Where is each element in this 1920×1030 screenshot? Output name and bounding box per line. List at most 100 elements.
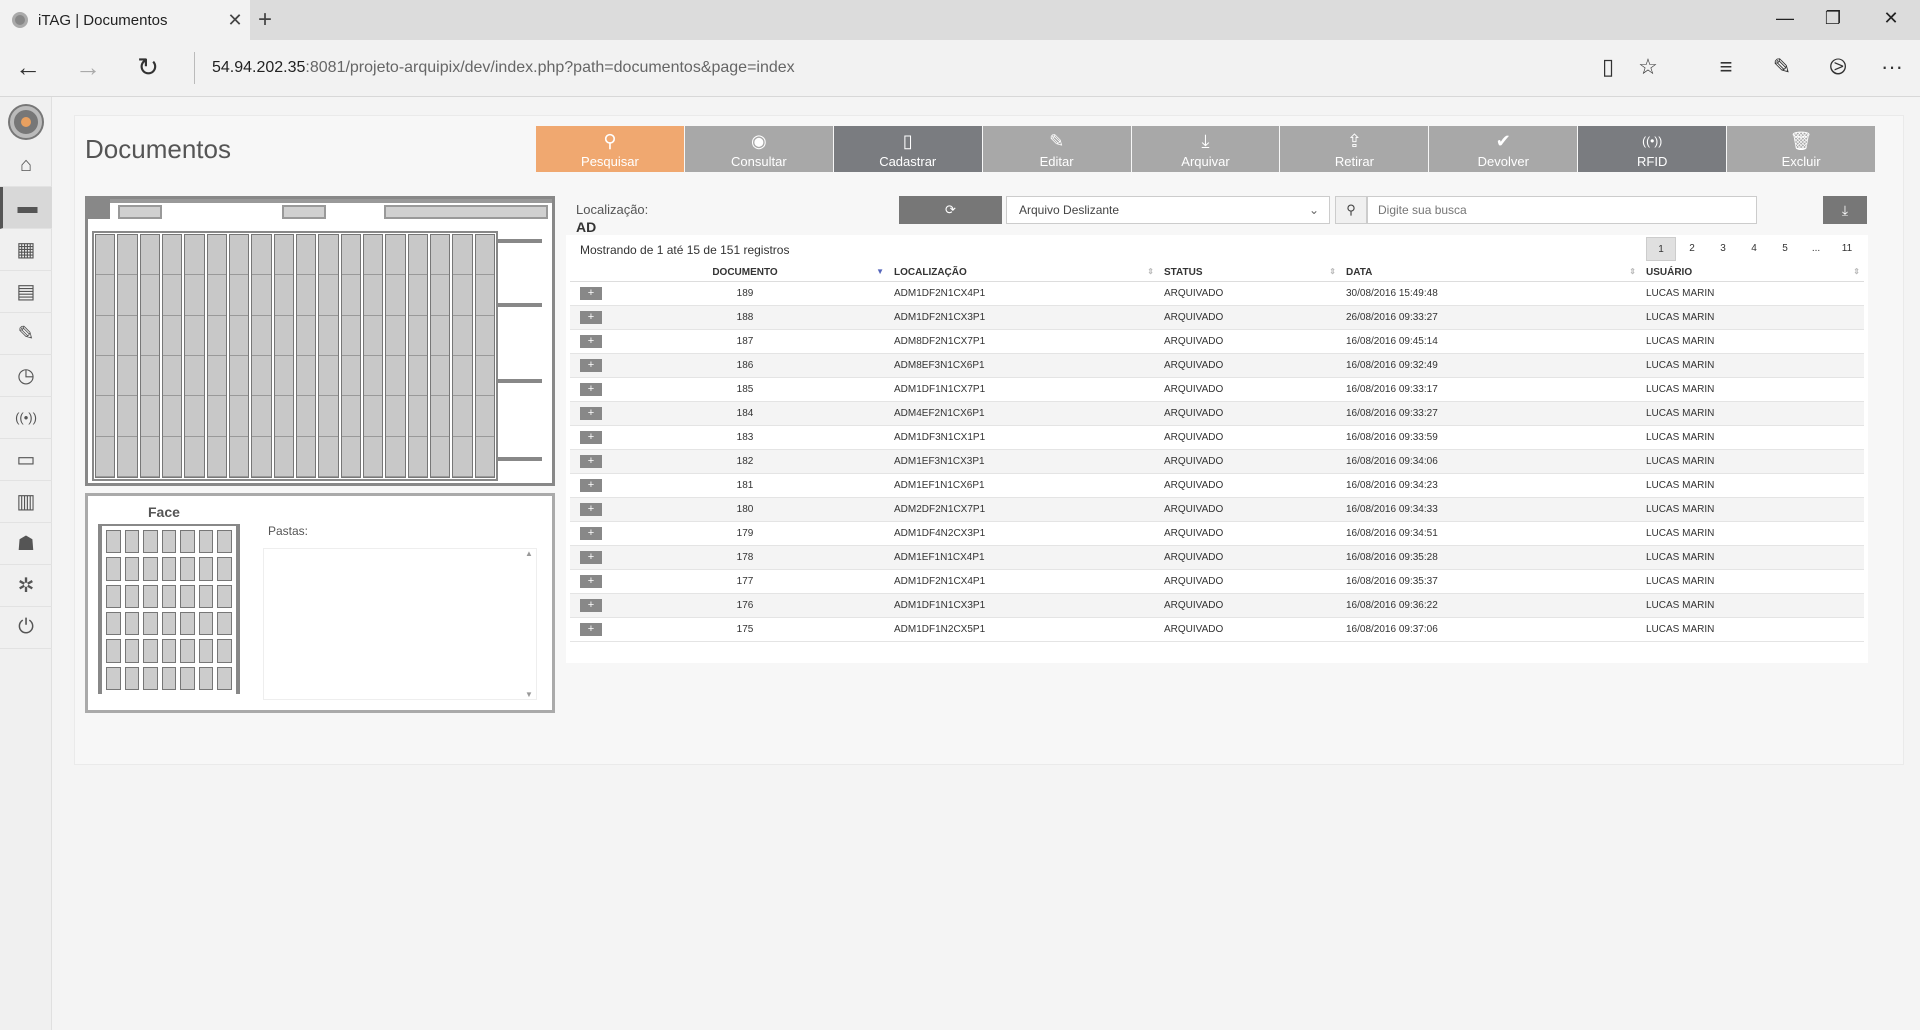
table-row[interactable]: +178 ADM1EF1N1CX4P1 ARQUIVADO 16/08/2016 09…	[570, 545, 1864, 570]
face-cell[interactable]	[180, 530, 195, 554]
edit-button[interactable]: ✎ Editar	[982, 126, 1131, 172]
table-row[interactable]: +175 ADM1DF1N2CX5P1 ARQUIVADO 16/08/2016 09…	[570, 617, 1864, 642]
shelf-column[interactable]	[385, 234, 406, 478]
expand-row-button[interactable]: +	[580, 334, 602, 348]
sidebar-item-edit[interactable]: ✎	[0, 313, 52, 355]
shelf-column[interactable]	[429, 234, 451, 478]
tab-close-icon[interactable]: ✕	[220, 10, 250, 31]
table-row[interactable]: +182 ADM1EF3N1CX3P1 ARQUIVADO 16/08/2016 09…	[570, 449, 1864, 474]
sidebar-item-users[interactable]: ☗	[0, 523, 52, 565]
face-cell[interactable]	[217, 557, 232, 581]
face-cell[interactable]	[198, 639, 214, 663]
refresh-location-button[interactable]: ⟳	[899, 196, 1002, 224]
scroll-down-icon[interactable]: ▼	[525, 690, 533, 699]
sidebar-item-home[interactable]: ⌂	[0, 145, 52, 187]
register-button[interactable]: ▯ Cadastrar	[833, 126, 982, 172]
consult-button[interactable]: ◉ Consultar	[684, 126, 833, 172]
forward-button[interactable]: →	[70, 52, 106, 83]
face-cell[interactable]	[180, 557, 195, 581]
column-header-localizacao[interactable]: LOCALIZAÇÃO ⇕	[888, 265, 1158, 282]
sidebar-item-power[interactable]: ⏻	[0, 607, 52, 649]
face-cell[interactable]	[161, 530, 177, 554]
download-button[interactable]: ⤓	[1823, 196, 1867, 224]
hub-icon[interactable]: ≡	[1710, 54, 1742, 80]
face-cell[interactable]	[180, 612, 195, 636]
page-button[interactable]: ...	[1801, 237, 1831, 261]
sidebar-item-settings[interactable]: ✲	[0, 565, 52, 607]
shelf-column[interactable]	[228, 234, 250, 478]
expand-row-button[interactable]: +	[580, 598, 602, 612]
face-cell[interactable]	[124, 639, 140, 663]
search-icon[interactable]: ⚲	[1335, 196, 1367, 224]
table-row[interactable]: +183 ADM1DF3N1CX1P1 ARQUIVADO 16/08/2016 09…	[570, 425, 1864, 450]
face-cell[interactable]	[198, 557, 214, 581]
expand-row-button[interactable]: +	[580, 526, 602, 540]
face-cell[interactable]	[143, 530, 158, 554]
new-tab-button[interactable]: +	[258, 6, 272, 34]
sidebar-item-monitor[interactable]: ▭	[0, 439, 52, 481]
face-cell[interactable]	[198, 584, 214, 608]
table-row[interactable]: +184 ADM4EF2N1CX6P1 ARQUIVADO 16/08/2016 09…	[570, 401, 1864, 426]
expand-row-button[interactable]: +	[580, 550, 602, 564]
shelf-column[interactable]	[206, 234, 227, 478]
table-row[interactable]: +188 ADM1DF2N1CX3P1 ARQUIVADO 26/08/2016 09…	[570, 305, 1864, 330]
withdraw-button[interactable]: ⇪ Retirar	[1280, 126, 1429, 172]
face-cell[interactable]	[198, 530, 214, 554]
table-row[interactable]: +189 ADM1DF2N1CX4P1 ARQUIVADO 30/08/2016 15…	[570, 281, 1864, 306]
window-close-button[interactable]: ✕	[1876, 8, 1906, 29]
face-cell[interactable]	[143, 639, 158, 663]
rfid-button[interactable]: ((•)) RFID	[1578, 126, 1727, 172]
expand-row-button[interactable]: +	[580, 622, 602, 636]
expand-row-button[interactable]: +	[580, 382, 602, 396]
more-icon[interactable]: ···	[1876, 54, 1908, 80]
face-cell[interactable]	[124, 612, 140, 636]
face-cell[interactable]	[180, 584, 195, 608]
face-cell[interactable]	[198, 666, 214, 690]
face-cell[interactable]	[161, 557, 177, 581]
face-cell[interactable]	[180, 666, 195, 690]
sidebar-item-shelf[interactable]: ▦	[0, 229, 52, 271]
scroll-up-icon[interactable]: ▲	[525, 549, 533, 558]
shelf-column[interactable]	[161, 234, 183, 478]
table-row[interactable]: +176 ADM1DF1N1CX3P1 ARQUIVADO 16/08/2016 09…	[570, 593, 1864, 618]
face-cell[interactable]	[217, 584, 232, 608]
face-cell[interactable]	[180, 639, 195, 663]
page-button[interactable]: 2	[1677, 237, 1707, 261]
return-button[interactable]: ✔ Devolver	[1429, 126, 1578, 172]
face-cell[interactable]	[106, 557, 121, 581]
sidebar-item-rfid[interactable]: ((•))	[0, 397, 52, 439]
shelf-column[interactable]	[295, 234, 317, 478]
expand-row-button[interactable]: +	[580, 454, 602, 468]
minimize-button[interactable]: —	[1770, 8, 1800, 29]
restore-button[interactable]: ❐	[1818, 8, 1848, 29]
face-cell[interactable]	[124, 666, 140, 690]
face-cell[interactable]	[143, 557, 158, 581]
url-field[interactable]: 54.94.202.35:8081/projeto-arquipix/dev/i…	[212, 59, 795, 77]
favorite-star-icon[interactable]: ☆	[1632, 54, 1664, 80]
expand-row-button[interactable]: +	[580, 478, 602, 492]
face-cell[interactable]	[143, 584, 158, 608]
search-input[interactable]	[1367, 196, 1757, 224]
web-note-icon[interactable]: ✎	[1766, 54, 1798, 80]
face-cell[interactable]	[106, 530, 121, 554]
face-cell[interactable]	[161, 666, 177, 690]
browser-tab[interactable]: iTAG | Documentos ✕	[0, 0, 250, 40]
sidebar-item-clipboard[interactable]: ▥	[0, 481, 52, 523]
page-button[interactable]: 11	[1832, 237, 1862, 261]
column-header-status[interactable]: STATUS ⇕	[1158, 265, 1340, 282]
sidebar-item-document[interactable]: ▤	[0, 271, 52, 313]
table-row[interactable]: +185 ADM1DF1N1CX7P1 ARQUIVADO 16/08/2016 09…	[570, 377, 1864, 402]
shelf-column[interactable]	[362, 234, 384, 478]
expand-row-button[interactable]: +	[580, 358, 602, 372]
shelf-diagram[interactable]	[85, 196, 555, 486]
shelf-column[interactable]	[318, 234, 339, 478]
share-icon[interactable]: ⧁	[1822, 54, 1854, 80]
face-cell[interactable]	[124, 584, 140, 608]
expand-row-button[interactable]: +	[580, 310, 602, 324]
face-cell[interactable]	[161, 584, 177, 608]
face-cell[interactable]	[106, 584, 121, 608]
expand-row-button[interactable]: +	[580, 502, 602, 516]
face-cell[interactable]	[217, 612, 232, 636]
shelf-column[interactable]	[95, 234, 116, 478]
face-cell[interactable]	[161, 612, 177, 636]
